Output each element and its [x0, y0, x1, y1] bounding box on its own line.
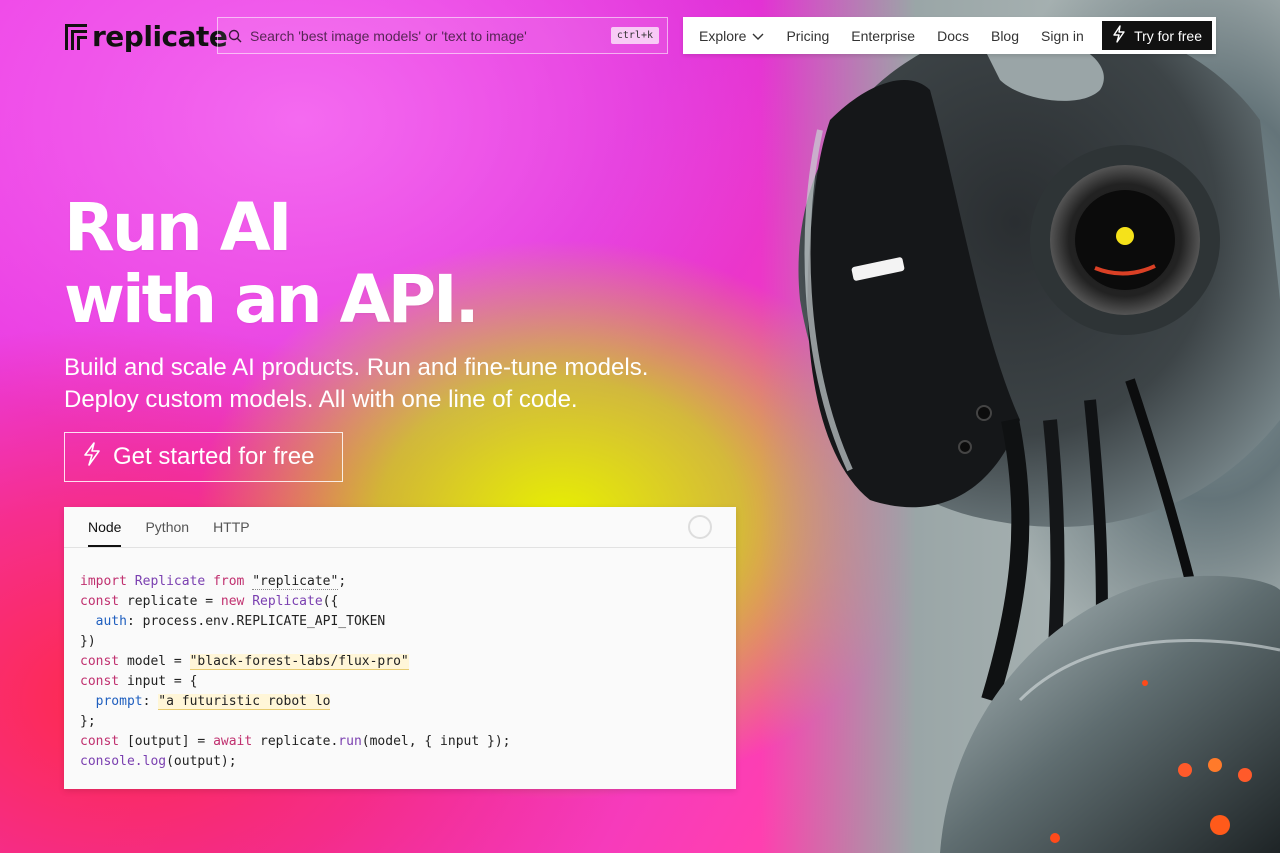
code-token: run [338, 734, 362, 749]
code-token: [output] = [119, 734, 214, 749]
nav-sign-in[interactable]: Sign in [1041, 28, 1084, 44]
code-token: replicate. [252, 734, 339, 749]
nav-enterprise[interactable]: Enterprise [851, 28, 915, 44]
hero-subtitle-line1: Build and scale AI products. Run and fin… [64, 354, 649, 381]
code-token: await [213, 734, 253, 749]
try-for-free-label: Try for free [1134, 27, 1202, 44]
logo[interactable]: replicate [64, 17, 228, 55]
search-icon [228, 29, 242, 43]
lightning-icon [1112, 25, 1126, 46]
code-token: const [80, 674, 120, 689]
hero-robot-illustration [760, 0, 1280, 853]
code-token: ; [338, 574, 347, 589]
hero-title-line2: with an API. [64, 261, 480, 338]
code-token: model = [119, 654, 190, 669]
code-token: prompt [95, 694, 143, 709]
code-token: : [142, 694, 159, 709]
code-token: log [142, 754, 167, 769]
code-token: (model, { input }); [361, 734, 511, 749]
code-token: (output); [166, 754, 237, 769]
code-token: : process.env.REPLICATE_API_TOKEN [126, 614, 386, 629]
search-shortcut-badge: ctrl+k [610, 27, 659, 44]
top-nav: Explore Pricing Enterprise Docs Blog Sig… [683, 17, 1216, 54]
lightning-icon [83, 441, 101, 473]
loading-spinner-icon [688, 515, 712, 539]
code-token: ({ [322, 594, 339, 609]
logo-text: replicate [92, 19, 228, 53]
code-token: replicate = [119, 594, 221, 609]
code-token: const [80, 594, 120, 609]
hero-subtitle: Build and scale AI products. Run and fin… [64, 352, 744, 416]
search-bar[interactable]: ctrl+k [217, 17, 668, 54]
nav-blog[interactable]: Blog [991, 28, 1019, 44]
code-token: from [213, 574, 245, 589]
code-token: input = { [119, 674, 198, 689]
nav-explore-label: Explore [699, 27, 747, 44]
site-header: replicate ctrl+k Explore Pricing Enterpr… [64, 17, 1216, 55]
code-token: Replicate [252, 594, 323, 609]
code-token: import [80, 574, 127, 589]
code-token: "replicate" [252, 574, 339, 590]
replicate-logo-icon [64, 21, 88, 51]
try-for-free-button[interactable]: Try for free [1102, 21, 1212, 50]
hero-title: Run AI with an API. [64, 189, 480, 338]
code-editable-string[interactable]: "a futuristic robot lo [158, 694, 331, 710]
code-token: console. [80, 754, 143, 769]
code-token: }) [80, 634, 96, 649]
get-started-label: Get started for free [113, 443, 315, 470]
code-token: const [80, 654, 120, 669]
search-input[interactable] [250, 27, 611, 44]
tab-http[interactable]: HTTP [213, 519, 250, 547]
code-language-tabs: Node Python HTTP [64, 507, 736, 548]
hero-title-line1: Run AI [64, 189, 292, 266]
code-token: Replicate [134, 574, 206, 589]
hero-subtitle-line2: Deploy custom models. All with one line … [64, 386, 578, 413]
code-example-panel: Node Python HTTP import Replicate from "… [64, 507, 736, 789]
code-token: const [80, 734, 120, 749]
nav-pricing[interactable]: Pricing [786, 28, 829, 44]
code-token: new [220, 594, 245, 609]
code-block: import Replicate from "replicate"; const… [64, 548, 736, 796]
tab-node[interactable]: Node [88, 519, 122, 547]
chevron-down-icon [752, 28, 764, 44]
robot-art-svg [798, 19, 1280, 853]
code-editable-string[interactable]: "black-forest-labs/flux-pro" [189, 654, 409, 670]
tab-python[interactable]: Python [145, 519, 189, 547]
get-started-button[interactable]: Get started for free [64, 432, 343, 482]
nav-explore[interactable]: Explore [699, 28, 764, 44]
code-token: }; [80, 714, 96, 729]
nav-docs[interactable]: Docs [937, 28, 969, 44]
code-token: auth [95, 614, 127, 629]
